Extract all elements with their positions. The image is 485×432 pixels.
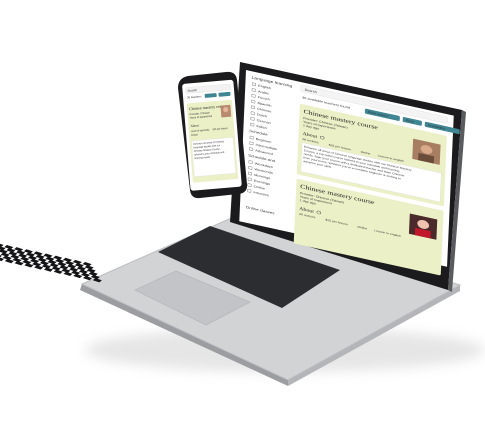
language-checkbox[interactable] <box>251 99 256 104</box>
language-checkbox[interactable] <box>251 105 255 110</box>
keyboard-keys <box>0 242 102 283</box>
level-checkbox[interactable] <box>249 135 254 140</box>
phone-course-stat: Online <box>191 133 199 137</box>
language-checkbox[interactable] <box>250 117 255 121</box>
level-checkbox[interactable] <box>249 141 254 146</box>
language-checkbox[interactable] <box>251 88 256 92</box>
keyboard-key <box>0 242 4 248</box>
phone-about-label: About <box>190 123 199 128</box>
schedule-checkbox[interactable] <box>248 160 253 164</box>
phone-screen: Search 36 teachers Chinese mastery cours… <box>182 79 242 191</box>
schedule-checkbox[interactable] <box>248 165 253 170</box>
language-checkbox[interactable] <box>252 82 256 87</box>
schedule-checkbox[interactable] <box>247 183 252 187</box>
schedule-checkbox[interactable] <box>247 177 252 182</box>
phone-search-placeholder: Search <box>187 88 197 93</box>
language-checkbox[interactable] <box>250 122 255 127</box>
language-checkbox[interactable] <box>250 111 255 115</box>
level-checkbox[interactable] <box>249 147 254 151</box>
schedule-checkbox[interactable] <box>247 189 252 193</box>
schedule-checkbox[interactable] <box>248 171 253 176</box>
language-checkbox[interactable] <box>251 93 256 98</box>
phone: Search 36 teachers Chinese mastery cours… <box>178 71 248 199</box>
device-mockup-scene: Language learning EnglishArabicFrenchSpa… <box>0 62 485 386</box>
